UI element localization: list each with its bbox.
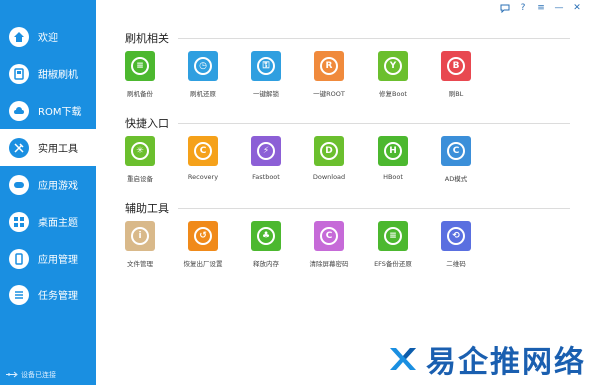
tool-icon: ≡ — [378, 221, 408, 251]
tool-label: Download — [312, 173, 346, 181]
tool-label: 刷BL — [448, 90, 464, 98]
tool-label: 刷机备份 — [127, 90, 153, 98]
main-panel: ? ≡ — ✕ 刷机相关 ≡ 刷机备份 ◷ 刷机还原 ⚿ 一键解锁 R 一键ROOT Y 修复Boo… — [96, 0, 590, 385]
home-icon — [9, 26, 29, 47]
tool-item[interactable]: Y 修复Boot — [366, 51, 420, 98]
tool-icon: C — [188, 136, 218, 166]
menu-icon[interactable]: ≡ — [534, 2, 548, 14]
sidebar-item-label: ROM下载 — [38, 107, 82, 118]
sidebar-item-label: 欢迎 — [38, 33, 58, 44]
tool-icon: Y — [378, 51, 408, 81]
tool-item[interactable]: B 刷BL — [429, 51, 483, 98]
phone-icon — [9, 248, 29, 269]
flash-icon — [9, 63, 29, 84]
watermark: 易企推网络 — [386, 337, 586, 381]
tool-icon: ≡ — [125, 51, 155, 81]
section-title: 快捷入口 — [125, 117, 169, 130]
connection-status: 设备已连接 — [6, 370, 56, 380]
tool-icon: D — [314, 136, 344, 166]
watermark-text: 易企推网络 — [426, 345, 586, 380]
tool-item[interactable]: C Recovery — [176, 136, 230, 181]
tool-icon: ✳ — [125, 136, 155, 166]
tool-item[interactable]: C AD模式 — [429, 136, 483, 183]
tool-item[interactable]: C 清除屏幕密码 — [302, 221, 356, 268]
section-title: 刷机相关 — [125, 32, 169, 45]
tool-item[interactable]: ≡ 刷机备份 — [113, 51, 167, 98]
minimize-icon[interactable]: — — [552, 2, 566, 14]
tool-label: 刷机还原 — [190, 90, 216, 98]
section-divider — [178, 38, 570, 39]
tool-icon: C — [314, 221, 344, 251]
tool-item[interactable]: ✳ 重启设备 — [113, 136, 167, 183]
sidebar-item[interactable]: 甜椒刷机 — [0, 55, 96, 92]
tool-label: Fastboot — [252, 173, 280, 181]
sidebar-item-label: 应用游戏 — [38, 181, 78, 192]
list-icon — [9, 284, 29, 305]
sidebar-item[interactable]: 任务管理 — [0, 276, 96, 313]
tool-icon: ⚿ — [251, 51, 281, 81]
gamepad-icon — [9, 174, 29, 195]
tool-label: HBoot — [383, 173, 403, 181]
tool-item[interactable]: ⚡ Fastboot — [239, 136, 293, 181]
chat-icon[interactable] — [498, 2, 512, 14]
tool-icon: ◷ — [188, 51, 218, 81]
sidebar-item[interactable]: 实用工具 — [0, 129, 96, 166]
help-icon[interactable]: ? — [516, 2, 530, 14]
tool-item[interactable]: R 一键ROOT — [302, 51, 356, 98]
sidebar-item-label: 应用管理 — [38, 255, 78, 266]
tool-icon: i — [125, 221, 155, 251]
sidebar-item-label: 任务管理 — [38, 291, 78, 302]
sidebar-item[interactable]: ROM下载 — [0, 92, 96, 129]
tool-icon: ♣ — [251, 221, 281, 251]
tool-icon: B — [441, 51, 471, 81]
tool-label: 一键解锁 — [253, 90, 279, 98]
tool-item[interactable]: ⟲ 二维码 — [429, 221, 483, 268]
cloud-icon — [9, 100, 29, 121]
section-divider — [178, 123, 570, 124]
tool-label: AD模式 — [444, 175, 468, 183]
tool-icon: H — [378, 136, 408, 166]
section-divider — [178, 208, 570, 209]
tool-label: 二维码 — [446, 260, 466, 268]
usb-icon — [6, 371, 18, 380]
sidebar-item-label: 实用工具 — [38, 144, 78, 155]
sidebar: 欢迎甜椒刷机 ROM下载实用工具应用游戏桌面主题应用管理任务管理 设备已连接 — [0, 0, 96, 385]
tool-label: 恢复出厂设置 — [183, 260, 223, 268]
tool-icon: ⚡ — [251, 136, 281, 166]
connection-status-text: 设备已连接 — [21, 371, 56, 379]
tool-icon: R — [314, 51, 344, 81]
tool-item[interactable]: H HBoot — [366, 136, 420, 181]
tool-label: 文件管理 — [127, 260, 153, 268]
tool-item[interactable]: ◷ 刷机还原 — [176, 51, 230, 98]
tool-label: 重启设备 — [127, 175, 153, 183]
tools-icon — [9, 137, 29, 158]
tool-icon: ↺ — [188, 221, 218, 251]
sidebar-item[interactable]: 欢迎 — [0, 18, 96, 55]
tool-label: 清除屏幕密码 — [309, 260, 349, 268]
watermark-logo-icon — [390, 348, 416, 370]
sidebar-item[interactable]: 应用游戏 — [0, 166, 96, 203]
sidebar-item[interactable]: 应用管理 — [0, 240, 96, 277]
tool-icon: ⟲ — [441, 221, 471, 251]
sidebar-item-label: 桌面主题 — [38, 218, 78, 229]
tool-label: Recovery — [187, 173, 219, 181]
tool-item[interactable]: ≡ EFS备份还原 — [366, 221, 420, 268]
tool-item[interactable]: D Download — [302, 136, 356, 181]
window-controls: ? ≡ — ✕ — [498, 2, 584, 14]
sidebar-item[interactable]: 桌面主题 — [0, 203, 96, 240]
tool-label: 修复Boot — [379, 90, 407, 98]
tool-item[interactable]: ♣ 释放内存 — [239, 221, 293, 268]
tool-icon: C — [441, 136, 471, 166]
tool-label: EFS备份还原 — [374, 260, 412, 268]
sidebar-item-label: 甜椒刷机 — [38, 70, 78, 81]
tool-item[interactable]: ⚿ 一键解锁 — [239, 51, 293, 98]
tool-item[interactable]: i 文件管理 — [113, 221, 167, 268]
tool-label: 一键ROOT — [313, 90, 345, 98]
grid-icon — [9, 211, 29, 232]
section-title: 辅助工具 — [125, 202, 169, 215]
tool-label: 释放内存 — [253, 260, 279, 268]
close-icon[interactable]: ✕ — [570, 2, 584, 14]
tool-item[interactable]: ↺ 恢复出厂设置 — [176, 221, 230, 268]
